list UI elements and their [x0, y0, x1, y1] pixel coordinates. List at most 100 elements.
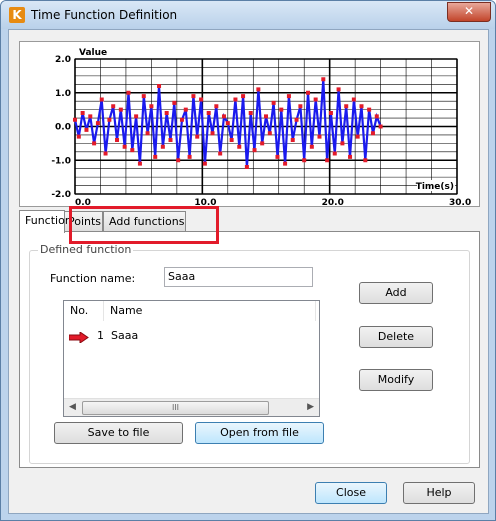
scroll-left-icon[interactable]: ◀	[69, 402, 76, 412]
window-close-button[interactable]: ✕	[447, 2, 491, 22]
modify-button[interactable]: Modify	[359, 369, 433, 391]
app-icon: K	[9, 7, 25, 23]
defined-function-label: Defined function	[38, 243, 134, 256]
data-point	[218, 151, 223, 156]
data-point	[378, 124, 383, 129]
data-point	[355, 134, 360, 139]
data-point	[290, 138, 295, 142]
data-point	[187, 154, 192, 159]
data-point	[176, 158, 181, 163]
data-point	[95, 121, 100, 126]
data-point	[199, 97, 204, 102]
list-item-number: 1	[97, 329, 104, 342]
data-point	[103, 151, 108, 156]
data-point	[241, 94, 246, 99]
data-point	[344, 104, 349, 109]
column-header-name[interactable]: Name	[104, 301, 316, 321]
data-point	[107, 117, 112, 122]
data-point	[321, 77, 326, 82]
data-point	[206, 111, 211, 115]
save-to-file-button[interactable]: Save to file	[54, 422, 183, 444]
data-point	[134, 114, 139, 119]
data-point	[332, 151, 337, 156]
data-point	[348, 154, 353, 159]
data-point	[264, 114, 268, 119]
data-point	[214, 104, 219, 109]
data-point	[317, 134, 322, 139]
horizontal-scrollbar[interactable]: ◀ III ▶	[64, 398, 319, 416]
help-button[interactable]: Help	[403, 482, 475, 504]
delete-button[interactable]: Delete	[359, 326, 433, 348]
data-point	[328, 111, 333, 115]
data-point	[298, 104, 303, 109]
list-item-name: Saaa	[111, 329, 139, 342]
data-point	[279, 107, 284, 112]
scroll-right-icon[interactable]: ▶	[307, 402, 314, 412]
data-point	[172, 100, 177, 105]
dialog-client: 2.0 1.0 0.0 -1.0 -2.0 0.0 10.0 20.0 30.0 Value Tim…	[8, 29, 489, 514]
data-point	[309, 144, 314, 149]
y-tick-label: 0.0	[55, 123, 71, 133]
data-point	[73, 117, 77, 122]
data-point	[256, 87, 261, 92]
time-function-chart: 2.0 1.0 0.0 -1.0 -2.0 0.0 10.0 20.0 30.0 Value Tim…	[51, 48, 471, 206]
x-tick-label: 20.0	[322, 198, 344, 206]
arrow-right-icon	[68, 331, 89, 349]
data-point	[88, 114, 93, 119]
y-axis-label: Value	[79, 48, 107, 58]
function-name-input[interactable]: Saaa	[164, 267, 313, 287]
data-point	[267, 131, 272, 136]
title-bar[interactable]: K Time Function Definition ✕	[1, 1, 495, 29]
data-point	[137, 161, 142, 166]
data-point	[294, 117, 299, 122]
data-point	[164, 111, 169, 115]
data-point	[191, 94, 196, 99]
data-point	[233, 97, 238, 102]
data-point	[374, 114, 379, 119]
data-point	[286, 94, 291, 99]
y-tick-label: -1.0	[51, 156, 71, 166]
data-point	[252, 148, 257, 153]
data-point	[367, 107, 372, 112]
x-tick-label: 30.0	[449, 198, 471, 206]
data-point	[340, 141, 345, 146]
data-point	[118, 107, 123, 112]
data-point	[370, 131, 375, 136]
data-point	[248, 111, 253, 115]
open-from-file-button[interactable]: Open from file	[195, 422, 324, 444]
column-header-no[interactable]: No.	[64, 301, 104, 321]
data-point	[275, 154, 280, 159]
data-point	[111, 104, 116, 109]
data-point	[126, 90, 131, 95]
data-point	[80, 111, 85, 115]
data-point	[76, 134, 81, 139]
data-point	[157, 84, 162, 88]
function-tab-panel: Defined function Function name: Saaa No.…	[19, 231, 480, 468]
data-point	[325, 158, 330, 163]
window-title: Time Function Definition	[31, 8, 178, 22]
data-point	[115, 138, 120, 142]
data-point	[149, 104, 154, 109]
data-point	[306, 90, 311, 95]
data-point	[202, 161, 207, 166]
x-axis-label: Time(s)	[416, 182, 454, 192]
data-point	[92, 141, 97, 146]
data-point	[160, 144, 165, 149]
data-point	[145, 131, 150, 136]
data-point	[244, 165, 249, 169]
data-point	[179, 117, 184, 122]
data-point	[351, 97, 356, 102]
data-point	[363, 158, 368, 163]
add-button[interactable]: Add	[359, 282, 433, 304]
data-point	[283, 161, 288, 166]
scroll-thumb[interactable]: III	[82, 401, 269, 415]
data-point	[221, 114, 226, 119]
tab-function[interactable]: Function	[19, 210, 72, 233]
close-button[interactable]: Close	[315, 482, 387, 504]
list-item[interactable]: 1 Saaa	[64, 327, 319, 345]
data-point	[237, 144, 242, 149]
function-name-label: Function name:	[50, 272, 136, 285]
y-tick-label: 1.0	[55, 89, 71, 99]
function-list[interactable]: No. Name 1 Saaa ◀ III ▶	[63, 300, 320, 417]
data-point	[336, 87, 341, 92]
